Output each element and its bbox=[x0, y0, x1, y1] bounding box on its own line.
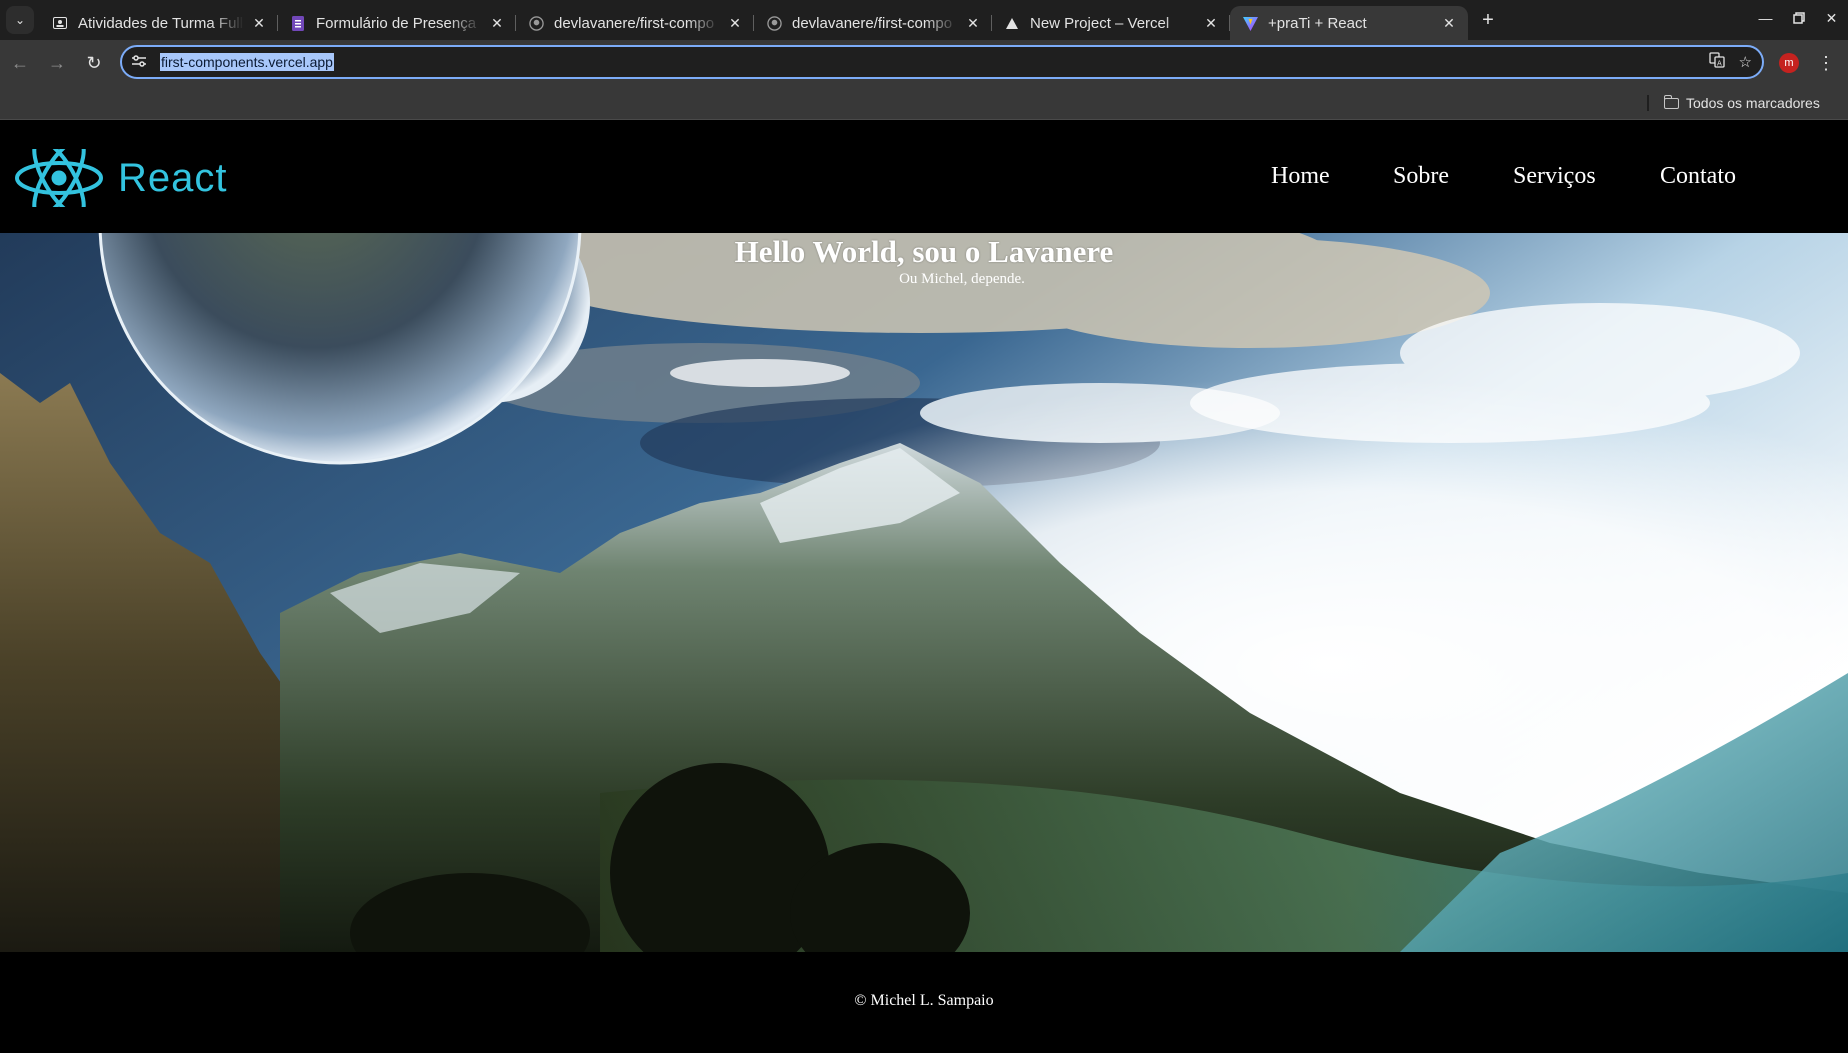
profile-avatar[interactable]: m bbox=[1779, 53, 1799, 73]
close-icon: ✕ bbox=[1825, 9, 1838, 26]
vercel-icon bbox=[1004, 15, 1020, 31]
restore-icon bbox=[1792, 12, 1805, 24]
tab-title: devlavanere/first-compo bbox=[792, 14, 953, 32]
tab-strip: ⌄ Atividades de Turma Full ✕ Formulário … bbox=[0, 0, 1848, 40]
window-controls: — ✕ bbox=[1749, 0, 1848, 36]
reload-button[interactable]: ↻ bbox=[77, 46, 111, 80]
back-button[interactable]: ← bbox=[3, 46, 37, 80]
close-icon[interactable]: ✕ bbox=[488, 14, 506, 32]
arrow-right-icon: → bbox=[48, 52, 66, 73]
nav-link-contato[interactable]: Contato bbox=[1660, 163, 1736, 190]
classroom-icon bbox=[52, 15, 68, 31]
minimize-icon: — bbox=[1758, 10, 1773, 26]
github-icon bbox=[528, 15, 544, 31]
close-icon[interactable]: ✕ bbox=[1202, 14, 1220, 32]
hero-banner: Hello World, sou o Lavanere Ou Michel, d… bbox=[0, 233, 1848, 952]
nav-link-home[interactable]: Home bbox=[1271, 163, 1330, 190]
browser-menu-icon[interactable]: ⋮ bbox=[1817, 50, 1835, 76]
site-footer: © Michel L. Sampaio bbox=[0, 952, 1848, 1053]
nav-link-sobre[interactable]: Sobre bbox=[1393, 163, 1449, 190]
restore-button[interactable] bbox=[1782, 0, 1815, 36]
forms-icon bbox=[290, 15, 306, 31]
hero-text: Hello World, sou o Lavanere Ou Michel, d… bbox=[0, 233, 1848, 288]
bookmarks-bar: Todos os marcadores bbox=[0, 86, 1848, 120]
footer-copyright: © Michel L. Sampaio bbox=[854, 992, 994, 1009]
hero-title: Hello World, sou o Lavanere bbox=[734, 234, 1114, 269]
svg-text:A: A bbox=[1717, 60, 1722, 68]
tab-title: devlavanere/first-compo bbox=[554, 14, 715, 32]
tab-active[interactable]: +praTi + React ✕ bbox=[1230, 6, 1468, 40]
tab-list: Atividades de Turma Full ✕ Formulário de… bbox=[40, 0, 1468, 40]
new-tab-button[interactable]: + bbox=[1474, 6, 1502, 34]
tab-title: Formulário de Presença bbox=[316, 14, 477, 32]
close-icon[interactable]: ✕ bbox=[1440, 14, 1458, 32]
nav-link-servicos[interactable]: Serviços bbox=[1513, 163, 1596, 190]
hero-background-image bbox=[0, 233, 1848, 952]
tab[interactable]: Formulário de Presença ✕ bbox=[278, 6, 516, 40]
close-icon[interactable]: ✕ bbox=[250, 14, 268, 32]
all-bookmarks-button[interactable]: Todos os marcadores bbox=[1663, 86, 1820, 120]
close-icon[interactable]: ✕ bbox=[726, 14, 744, 32]
chevron-down-icon: ⌄ bbox=[14, 13, 26, 27]
github-icon bbox=[766, 15, 782, 31]
address-bar[interactable]: first-components.vercel.app A ☆ bbox=[120, 45, 1764, 79]
tab[interactable]: devlavanere/first-compo ✕ bbox=[516, 6, 754, 40]
all-bookmarks-label: Todos os marcadores bbox=[1686, 95, 1820, 111]
tab-title: New Project – Vercel bbox=[1030, 14, 1170, 32]
react-logo-icon bbox=[15, 149, 103, 207]
folder-icon bbox=[1663, 94, 1679, 109]
bookmark-star-icon[interactable]: ☆ bbox=[1739, 53, 1752, 71]
omnibox-actions: A ☆ bbox=[1708, 47, 1752, 77]
hero-subtitle: Ou Michel, depende. bbox=[899, 271, 1025, 287]
tab-title: +praTi + React bbox=[1268, 14, 1367, 32]
site-header: React Home Sobre Serviços Contato bbox=[0, 121, 1848, 233]
logo-text: React bbox=[118, 155, 228, 200]
arrow-left-icon: ← bbox=[11, 52, 29, 73]
tab-search-button[interactable]: ⌄ bbox=[6, 6, 34, 34]
tab[interactable]: New Project – Vercel ✕ bbox=[992, 6, 1230, 40]
site-logo[interactable]: React bbox=[14, 149, 228, 207]
tab[interactable]: Atividades de Turma Full ✕ bbox=[40, 6, 278, 40]
forward-button[interactable]: → bbox=[40, 46, 74, 80]
tab-title: Atividades de Turma Full bbox=[78, 14, 244, 32]
tab[interactable]: devlavanere/first-compo ✕ bbox=[754, 6, 992, 40]
url-text[interactable]: first-components.vercel.app bbox=[160, 53, 334, 71]
site-settings-icon[interactable] bbox=[132, 54, 152, 70]
translate-icon[interactable]: A bbox=[1708, 52, 1725, 72]
minimize-button[interactable]: — bbox=[1749, 0, 1782, 36]
close-icon[interactable]: ✕ bbox=[964, 14, 982, 32]
close-window-button[interactable]: ✕ bbox=[1815, 0, 1848, 36]
bookmarks-divider bbox=[1647, 95, 1649, 111]
reload-icon: ↻ bbox=[86, 52, 102, 73]
plus-icon: + bbox=[1482, 8, 1494, 31]
vite-icon bbox=[1242, 15, 1258, 31]
browser-toolbar: ← → ↻ first-components.vercel.app A ☆ bbox=[0, 40, 1848, 86]
